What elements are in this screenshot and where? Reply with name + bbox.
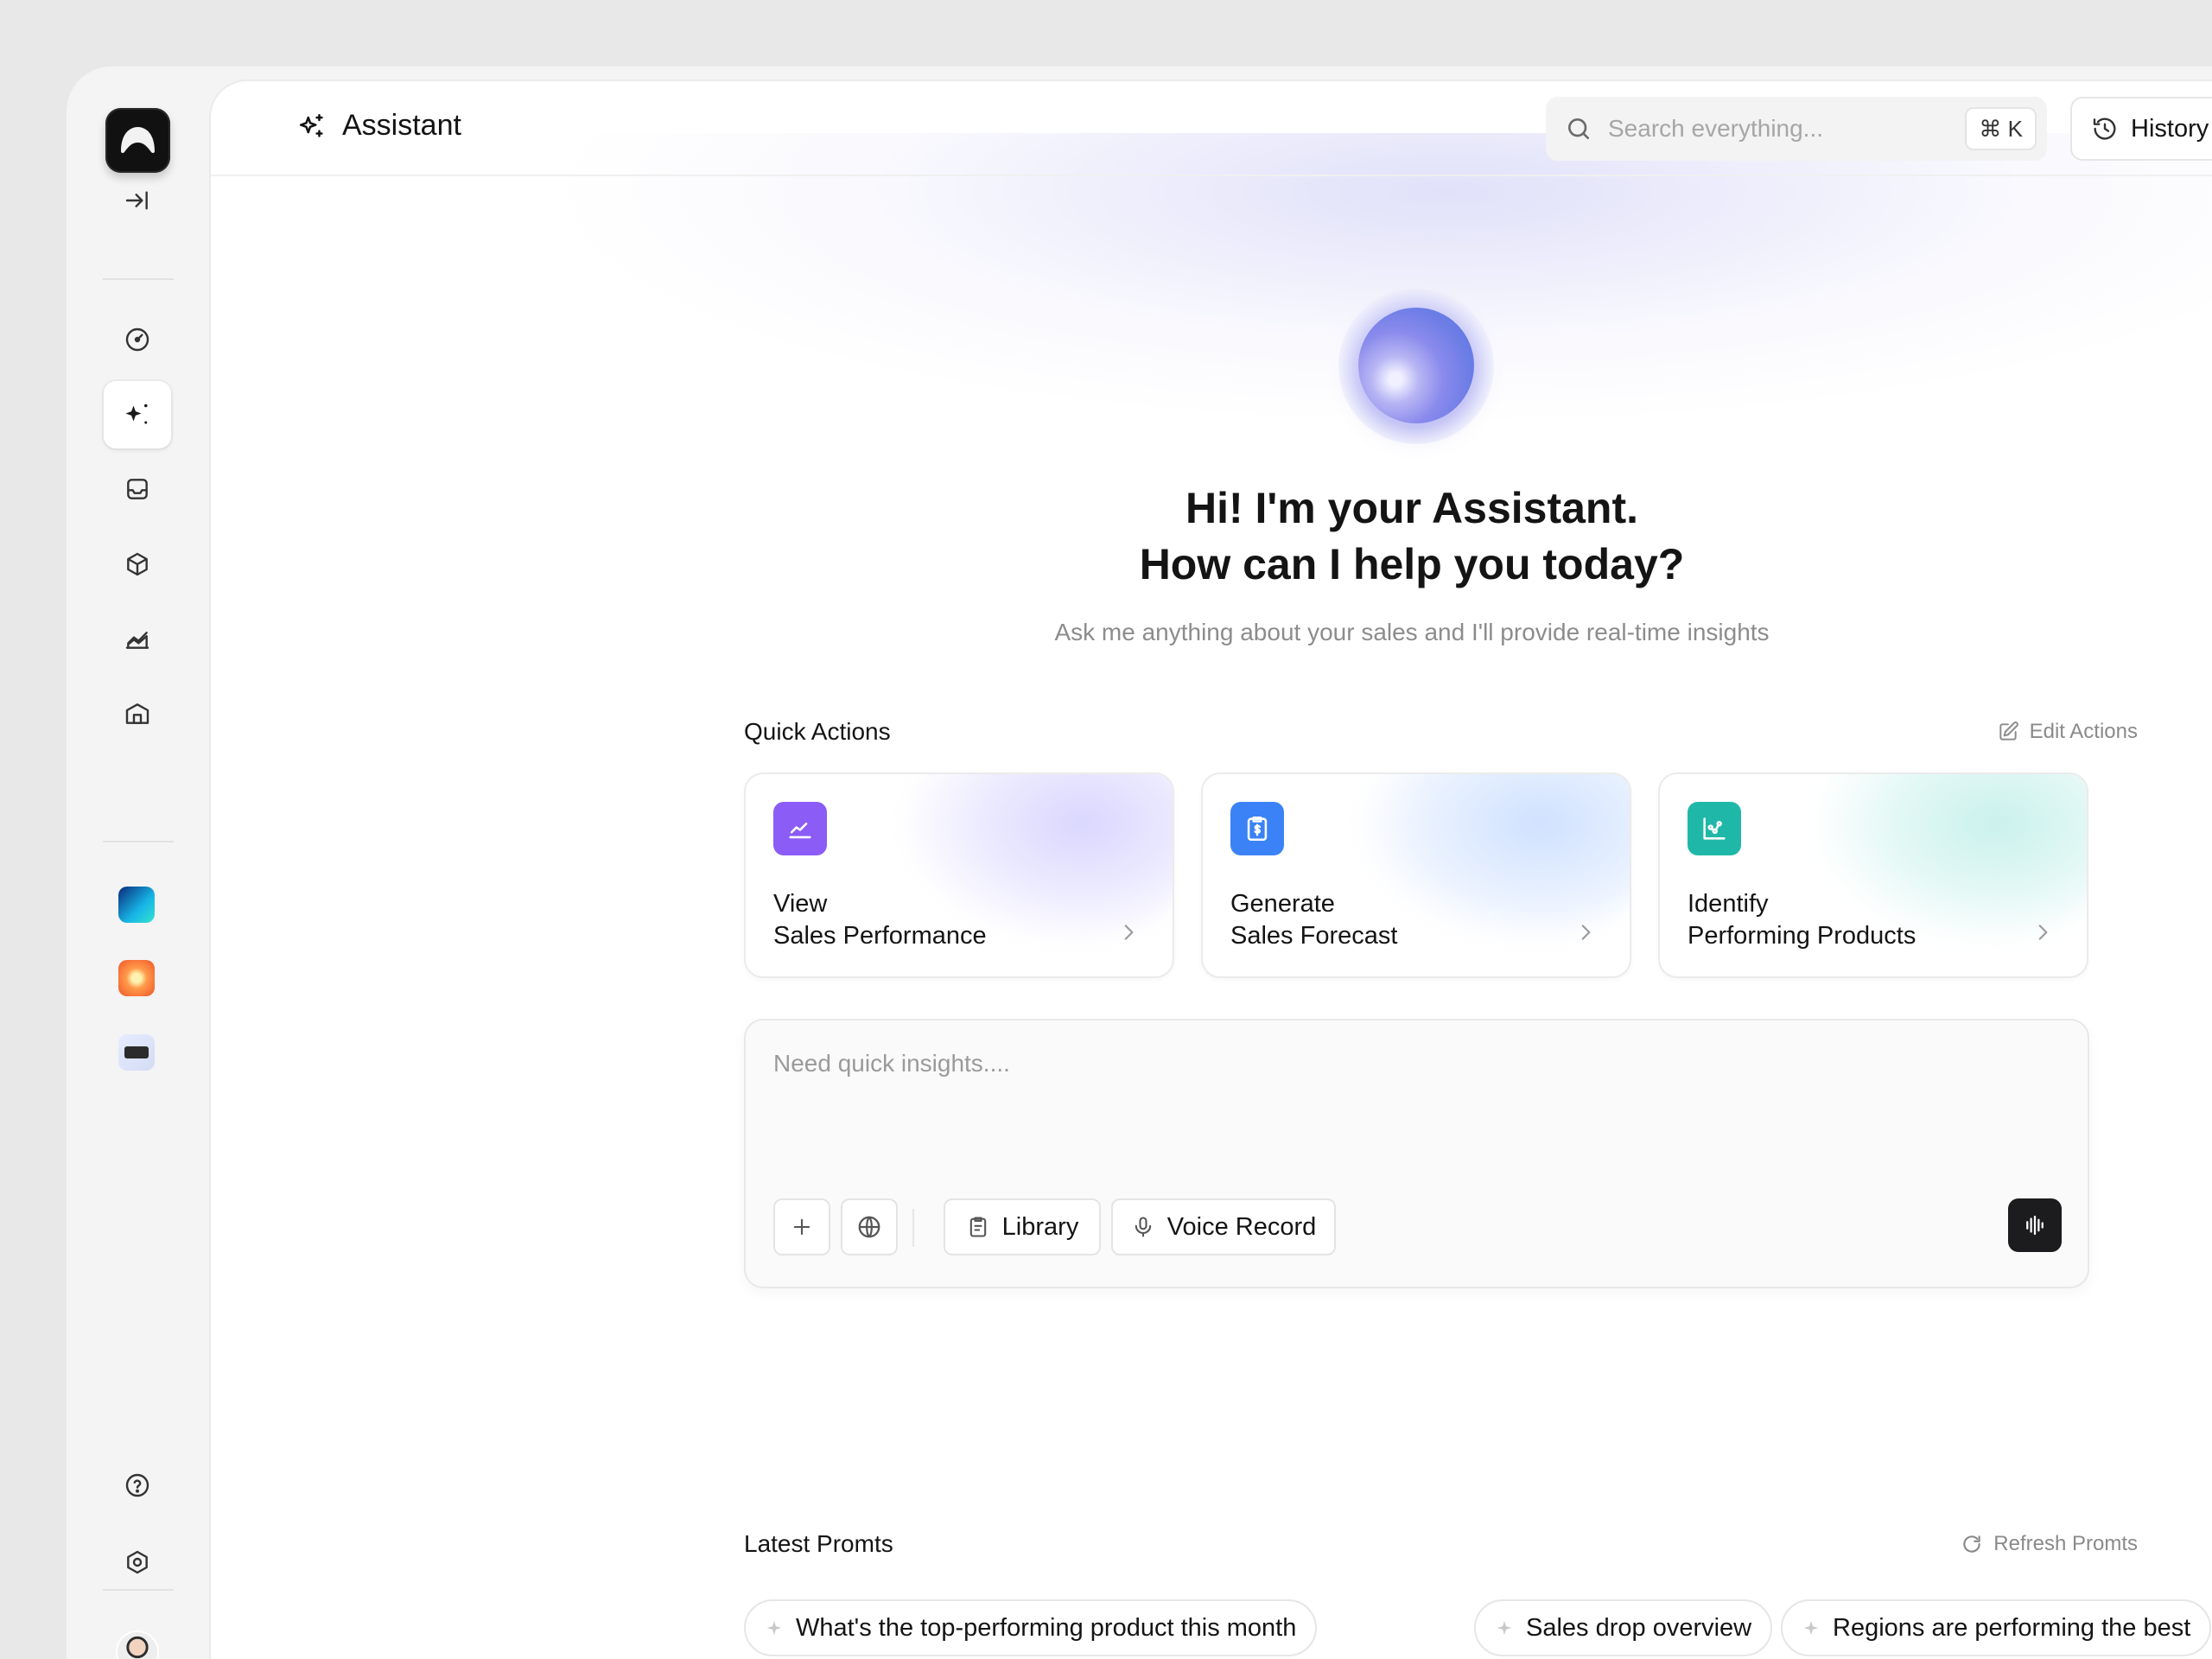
sidebar-item-assistant[interactable] (104, 381, 171, 448)
collapse-icon (125, 191, 148, 210)
app-gradient-icon[interactable] (118, 887, 155, 923)
card-label-line-2: Sales Performance (773, 922, 987, 950)
main-panel: Assistant ⌘ K History Hi! I'm your Assis… (209, 79, 2212, 1659)
prompt-chip[interactable]: What's the top-performing product this m… (744, 1599, 1318, 1656)
page-title-text: Assistant (342, 109, 461, 142)
top-bar: Assistant ⌘ K History (211, 81, 2212, 176)
avatar[interactable] (116, 1630, 159, 1659)
scatter-chart-icon (1688, 802, 1741, 855)
sidebar-divider (103, 278, 174, 280)
forecast-clipboard-icon (1230, 802, 1284, 855)
app-sunburst-icon[interactable] (118, 960, 155, 996)
prompt-chip-label: Sales drop overview (1526, 1613, 1752, 1642)
sparkle-icon (766, 1620, 782, 1636)
toolbar-divider (912, 1209, 914, 1247)
quick-action-card-sales-performance[interactable]: View Sales Performance (744, 772, 1174, 978)
sidebar (67, 67, 209, 1659)
edit-icon (1999, 721, 2018, 741)
app-window: Assistant ⌘ K History Hi! I'm your Assis… (67, 67, 2212, 1659)
card-label-line-1: View (773, 890, 828, 918)
search-bar[interactable]: ⌘ K (1546, 97, 2047, 161)
plus-icon (793, 1218, 810, 1236)
sidebar-item-dashboard[interactable] (104, 306, 171, 373)
store-icon (125, 703, 149, 724)
chart-line-icon (773, 802, 827, 855)
chevron-right-icon (1124, 925, 1134, 940)
history-button-label: History (2131, 114, 2209, 143)
hero-headline: Hi! I'm your Assistant. How can I help y… (211, 480, 2212, 593)
hero-subtitle: Ask me anything about your sales and I'l… (1054, 619, 1770, 645)
prompt-chip[interactable]: Sales drop overview (1474, 1599, 1773, 1656)
app-logo[interactable] (105, 108, 170, 173)
latest-prompts-title: Latest Promts (744, 1530, 893, 1557)
dashboard-icon (125, 327, 149, 352)
collapse-sidebar-button[interactable] (104, 167, 171, 234)
search-input[interactable] (1608, 115, 1936, 143)
page-title: Assistant (297, 109, 461, 143)
sidebar-item-store[interactable] (104, 680, 171, 747)
library-button-label: Library (1001, 1212, 1079, 1241)
sidebar-divider (103, 1589, 174, 1591)
edit-actions-label: Edit Actions (2029, 720, 2138, 743)
sparkle-icon (299, 113, 323, 137)
sidebar-item-products[interactable] (104, 531, 171, 598)
help-icon (125, 1473, 149, 1497)
card-label: View Sales Performance (773, 888, 987, 952)
assistant-orb (1358, 308, 1474, 423)
sidebar-divider (103, 841, 174, 842)
inbox-icon (127, 479, 148, 499)
voice-record-button[interactable]: Voice Record (1111, 1198, 1336, 1255)
quick-action-card-performing-products[interactable]: Identify Performing Products (1658, 772, 2088, 978)
card-label-line-2: Performing Products (1688, 922, 1916, 950)
web-search-button[interactable] (841, 1198, 898, 1255)
card-label-line-1: Identify (1688, 890, 1769, 918)
edit-actions-button[interactable]: Edit Actions (1997, 720, 2138, 744)
card-label: Generate Sales Forecast (1230, 888, 1397, 952)
sparkle-icon (1497, 1620, 1512, 1636)
voice-record-label: Voice Record (1166, 1212, 1317, 1241)
clipboard-icon (969, 1217, 986, 1237)
voice-send-button[interactable] (2008, 1198, 2062, 1252)
sparkle-icon (1803, 1620, 1819, 1636)
package-icon (127, 552, 148, 576)
prompt-chip-label: Regions are performing the best (1833, 1613, 2191, 1642)
waveform-icon (2026, 1215, 2044, 1236)
analytics-icon (125, 632, 149, 649)
settings-hexagon-icon (127, 1550, 148, 1574)
microphone-icon (1135, 1217, 1151, 1237)
refresh-prompts-button[interactable]: Refresh Promts (1961, 1532, 2138, 1556)
settings-button[interactable] (104, 1529, 171, 1596)
chevron-right-icon (1581, 925, 1591, 940)
library-button[interactable]: Library (944, 1198, 1101, 1255)
quick-action-card-sales-forecast[interactable]: Generate Sales Forecast (1201, 772, 1631, 978)
hero-line-2: How can I help you today? (1139, 540, 1685, 588)
composer-input[interactable] (773, 1050, 1983, 1119)
history-icon (2093, 118, 2116, 140)
quick-actions-title: Quick Actions (744, 718, 891, 745)
sidebar-item-analytics[interactable] (104, 605, 171, 672)
globe-icon (858, 1216, 880, 1238)
prompt-chip[interactable]: Regions are performing the best (1781, 1599, 2212, 1656)
composer: Library Voice Record (744, 1019, 2089, 1288)
refresh-icon (1963, 1535, 1981, 1553)
card-label-line-2: Sales Forecast (1230, 922, 1398, 950)
card-label: Identify Performing Products (1688, 888, 1916, 952)
help-button[interactable] (104, 1452, 171, 1519)
card-label-line-1: Generate (1230, 890, 1335, 918)
history-button[interactable]: History (2070, 97, 2212, 161)
hero-line-1: Hi! I'm your Assistant. (1185, 484, 1639, 532)
sidebar-item-inbox[interactable] (104, 455, 171, 523)
app-badge-icon[interactable] (118, 1034, 155, 1071)
add-attachment-button[interactable] (773, 1198, 830, 1255)
assistant-sparkle-icon (125, 404, 148, 424)
search-shortcut-badge: ⌘ K (1965, 107, 2037, 150)
chevron-right-icon (2038, 925, 2048, 940)
refresh-prompts-label: Refresh Promts (1993, 1532, 2138, 1555)
prompt-chip-label: What's the top-performing product this m… (796, 1613, 1297, 1642)
search-icon (1568, 118, 1589, 139)
